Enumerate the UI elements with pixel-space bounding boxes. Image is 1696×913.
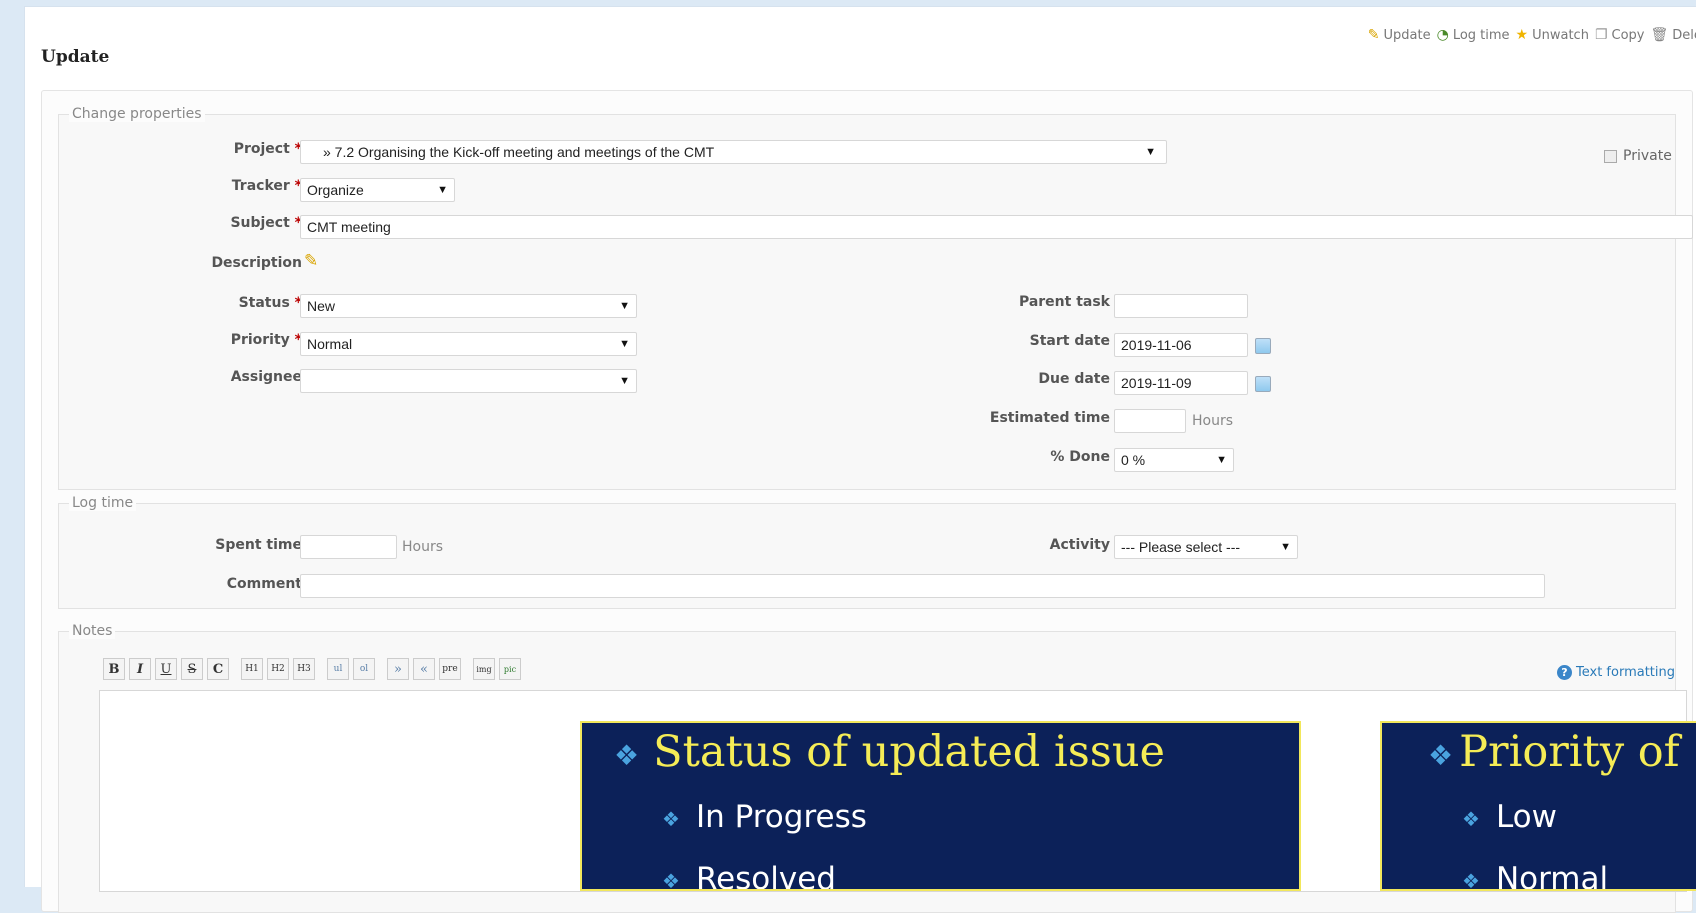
star-icon: ★ (1516, 27, 1529, 43)
parent-task-label: Parent task (1019, 294, 1110, 310)
notes-legend: Notes (69, 623, 115, 639)
activity-label: Activity (1050, 537, 1110, 553)
chevron-down-icon: ▼ (619, 338, 630, 350)
description-label: Description (211, 255, 302, 271)
activity-select[interactable]: --- Please select ---▼ (1114, 535, 1298, 559)
tracker-label: Tracker * (232, 178, 302, 194)
edit-description-icon[interactable]: ✎ (304, 251, 318, 271)
page-title: Update (41, 47, 109, 67)
spent-time-label: Spent time (215, 537, 302, 553)
spent-time-unit: Hours (402, 539, 443, 555)
status-overlay-item: ❖In Progress (662, 799, 867, 835)
spent-time-input[interactable] (300, 535, 397, 559)
diamond-bullet-icon: ❖ (1462, 807, 1480, 831)
priority-select[interactable]: Normal▼ (300, 332, 637, 356)
text-formatting-link[interactable]: ? Text formatting (1557, 665, 1675, 680)
copy-action[interactable]: ❐Copy (1595, 27, 1645, 43)
chevron-down-icon: ▼ (619, 300, 630, 312)
ordered-list-button[interactable]: ol (353, 658, 375, 680)
heading2-button[interactable]: H2 (267, 658, 289, 680)
diamond-bullet-icon: ❖ (662, 869, 680, 892)
clock-icon: ◔ (1437, 27, 1449, 43)
subject-input[interactable]: CMT meeting (300, 215, 1693, 239)
status-label: Status * (239, 295, 302, 311)
project-select[interactable]: » 7.2 Organising the Kick-off meeting an… (300, 140, 1167, 164)
estimated-time-input[interactable] (1114, 409, 1186, 433)
priority-overlay-title: ❖Priority of (1428, 727, 1680, 777)
diamond-bullet-icon: ❖ (662, 807, 680, 831)
heading3-button[interactable]: H3 (293, 658, 315, 680)
comment-label: Comment (227, 576, 302, 592)
log-time-legend: Log time (69, 495, 136, 511)
priority-overlay-item: ❖Low (1462, 799, 1557, 835)
image-button[interactable]: img (473, 658, 495, 680)
checkbox-box (1604, 150, 1617, 163)
status-overlay-item: ❖Resolved (662, 861, 836, 891)
notes-toolbar: B I U S C H1 H2 H3 ul ol » « pre img pic (103, 658, 521, 680)
delete-action[interactable]: 🗑Delete (1651, 27, 1696, 43)
unordered-list-button[interactable]: ul (327, 658, 349, 680)
chevron-down-icon: ▼ (619, 375, 630, 387)
code-button[interactable]: C (207, 658, 229, 680)
priority-label: Priority * (231, 332, 302, 348)
done-label: % Done (1050, 449, 1110, 465)
comment-input[interactable] (300, 574, 1545, 598)
status-overlay-panel: ❖Status of updated issue ❖In Progress ❖R… (580, 721, 1301, 891)
estimated-time-label: Estimated time (990, 410, 1110, 426)
tracker-select[interactable]: Organize▼ (300, 178, 455, 202)
pre-button[interactable]: pre (439, 658, 461, 680)
priority-overlay-panel: ❖Priority of ❖Low ❖Normal (1380, 721, 1696, 891)
private-checkbox[interactable]: Private (1604, 148, 1672, 164)
priority-overlay-item: ❖Normal (1462, 861, 1608, 891)
underline-button[interactable]: U (155, 658, 177, 680)
picture-button[interactable]: pic (499, 658, 521, 680)
italic-button[interactable]: I (129, 658, 151, 680)
copy-icon: ❐ (1595, 27, 1608, 43)
trash-icon: 🗑 (1651, 27, 1669, 43)
unwatch-action[interactable]: ★Unwatch (1516, 27, 1589, 43)
estimated-time-unit: Hours (1192, 413, 1233, 429)
calendar-icon[interactable] (1255, 376, 1271, 392)
chevron-down-icon: ▼ (1145, 146, 1156, 158)
start-date-input[interactable]: 2019-11-06 (1114, 333, 1248, 357)
parent-task-input[interactable] (1114, 294, 1248, 318)
unquote-button[interactable]: « (413, 658, 435, 680)
done-select[interactable]: 0 %▼ (1114, 448, 1234, 472)
calendar-icon[interactable] (1255, 338, 1271, 354)
diamond-bullet-icon: ❖ (614, 739, 639, 772)
chevron-down-icon: ▼ (437, 184, 448, 196)
due-date-input[interactable]: 2019-11-09 (1114, 371, 1248, 395)
strikethrough-button[interactable]: S (181, 658, 203, 680)
help-icon: ? (1557, 665, 1572, 680)
status-overlay-title: ❖Status of updated issue (614, 727, 1165, 777)
subject-label: Subject * (230, 215, 302, 231)
start-date-label: Start date (1030, 333, 1110, 349)
change-properties-legend: Change properties (69, 106, 205, 122)
status-select[interactable]: New▼ (300, 294, 637, 318)
log-time-action[interactable]: ◔Log time (1437, 27, 1510, 43)
update-action[interactable]: ✎Update (1368, 27, 1431, 43)
assignee-select[interactable]: ▼ (300, 369, 637, 393)
diamond-bullet-icon: ❖ (1428, 739, 1453, 772)
assignee-label: Assignee (231, 369, 302, 385)
chevron-down-icon: ▼ (1280, 541, 1291, 553)
chevron-down-icon: ▼ (1216, 454, 1227, 466)
heading1-button[interactable]: H1 (241, 658, 263, 680)
contextual-actions: ✎Update ◔Log time ★Unwatch ❐Copy 🗑Delete (1368, 27, 1696, 43)
diamond-bullet-icon: ❖ (1462, 869, 1480, 892)
bold-button[interactable]: B (103, 658, 125, 680)
pencil-icon: ✎ (1368, 27, 1380, 43)
due-date-label: Due date (1038, 371, 1110, 387)
project-label: Project * (234, 141, 302, 157)
blockquote-button[interactable]: » (387, 658, 409, 680)
